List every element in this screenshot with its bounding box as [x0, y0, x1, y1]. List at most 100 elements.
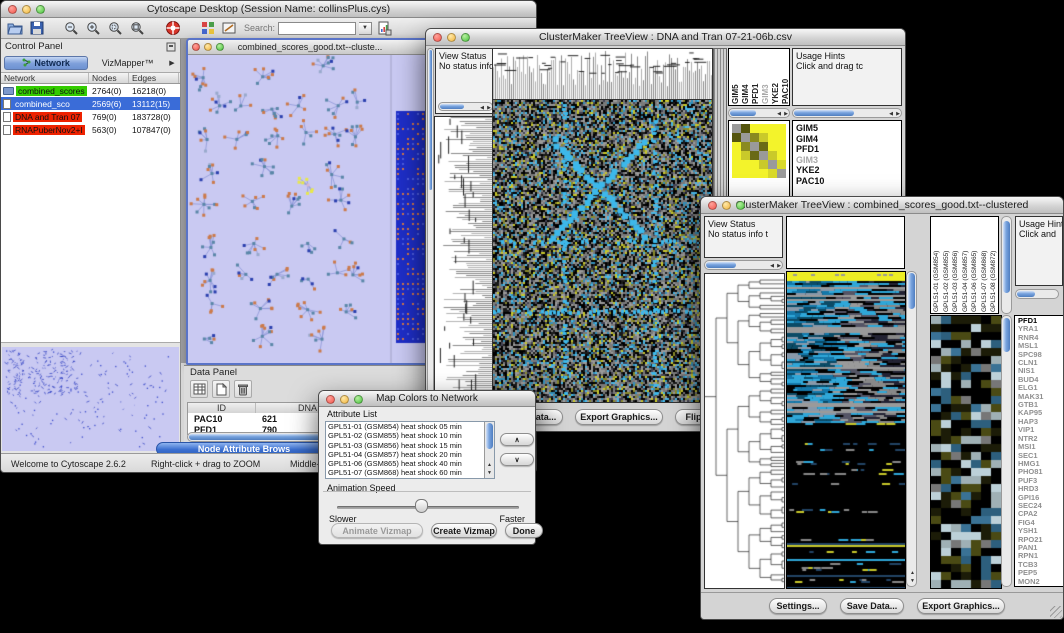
scrollbar-thumb[interactable]	[1017, 291, 1035, 297]
network-row[interactable]: combined_scores2764(0)16218(0)	[1, 84, 180, 97]
minimize-button[interactable]	[22, 5, 31, 14]
select-attributes-button[interactable]	[190, 380, 208, 398]
network-view-canvas[interactable]	[188, 55, 432, 363]
search-dropdown-button[interactable]: ▼	[359, 22, 372, 35]
close-button[interactable]	[326, 395, 335, 404]
scrollbar-thumb[interactable]	[794, 110, 854, 116]
scroll-left-icon[interactable]: ◀	[480, 104, 484, 112]
zoom-hscrollbar[interactable]: ◀ ▶	[728, 108, 790, 118]
network-report-button[interactable]	[375, 19, 394, 37]
animation-speed-slider[interactable]	[337, 506, 519, 509]
network-view-titlebar[interactable]: combined_scores_good.txt--cluste...	[188, 40, 432, 55]
scroll-down-icon[interactable]: ▼	[487, 469, 492, 477]
scrollbar-thumb[interactable]	[486, 423, 493, 449]
scroll-left-icon[interactable]: ◀	[889, 110, 893, 118]
close-button[interactable]	[8, 5, 17, 14]
zoom-button[interactable]	[461, 33, 470, 42]
close-button[interactable]	[192, 43, 200, 51]
search-input[interactable]	[278, 22, 356, 35]
animate-vizmap-button[interactable]: Animate Vizmap	[331, 523, 423, 538]
export-graphics-button[interactable]: Export Graphics...	[575, 409, 663, 425]
new-attribute-button[interactable]	[212, 380, 230, 398]
scrollbar-thumb[interactable]	[730, 110, 756, 116]
network-row[interactable]: RNAPuberNov2+I563(0)107847(0)	[1, 123, 180, 136]
zoom-out-button[interactable]	[62, 19, 81, 37]
network-row[interactable]: DNA and Tran 07769(0)183728(0)	[1, 110, 180, 123]
cytoscape-titlebar[interactable]: Cytoscape Desktop (Session Name: collins…	[1, 1, 536, 18]
settings-button[interactable]: Settings...	[769, 598, 827, 614]
zoom-button[interactable]	[36, 5, 45, 14]
close-button[interactable]	[708, 201, 717, 210]
scrollbar-thumb[interactable]	[1003, 221, 1010, 293]
column-header[interactable]: Nodes	[89, 73, 129, 83]
row-dendrogram-canvas[interactable]	[434, 116, 498, 403]
attribute-list-item[interactable]: GPL51-07 (GSM868) heat shock 60 min	[326, 468, 494, 477]
treeview2-titlebar[interactable]: ClusterMaker TreeView : combined_scores_…	[701, 197, 1063, 214]
column-header[interactable]: Edges	[129, 73, 179, 83]
minimize-button[interactable]	[340, 395, 349, 404]
network-overview-canvas[interactable]	[2, 347, 179, 451]
delete-attribute-button[interactable]	[234, 380, 252, 398]
save-session-button[interactable]	[27, 19, 46, 37]
hints-hscrollbar[interactable]	[1015, 289, 1059, 299]
open-session-button[interactable]	[5, 19, 24, 37]
row-dendrogram-canvas[interactable]	[704, 273, 785, 589]
scrollbar-thumb[interactable]	[908, 273, 915, 309]
global-heatmap-canvas[interactable]	[492, 99, 713, 403]
attribute-list-item[interactable]: GPL51-02 (GSM855) heat shock 10 min	[326, 431, 494, 440]
global-vscrollbar[interactable]	[427, 48, 434, 400]
zoom-vscrollbar[interactable]	[1001, 315, 1012, 587]
zoom-heatmap-canvas[interactable]	[930, 315, 1002, 589]
scroll-right-icon[interactable]: ▶	[487, 104, 491, 112]
scroll-down-icon[interactable]: ▼	[910, 577, 915, 585]
tab-overflow-button[interactable]: ▶	[167, 59, 177, 67]
correlation-matrix[interactable]	[732, 124, 786, 178]
attribute-list-item[interactable]: GPL51-04 (GSM857) heat shock 20 min	[326, 450, 494, 459]
slider-thumb[interactable]	[415, 499, 428, 513]
scroll-left-icon[interactable]: ◀	[770, 262, 774, 270]
scroll-up-icon[interactable]: ▲	[910, 569, 915, 577]
attribute-list-item[interactable]: GPL51-01 (GSM854) heat shock 05 min	[326, 422, 494, 431]
treeview1-titlebar[interactable]: ClusterMaker TreeView : DNA and Tran 07-…	[426, 29, 905, 46]
attribute-list-item[interactable]: GPL51-03 (GSM856) heat shock 15 min	[326, 441, 494, 450]
minimize-button[interactable]	[722, 201, 731, 210]
heatmap-vscrollbar[interactable]: ▲ ▼	[906, 271, 917, 587]
scroll-up-icon[interactable]: ▲	[487, 461, 492, 469]
close-button[interactable]	[433, 33, 442, 42]
network-row[interactable]: combined_sco2569(6)13112(15)	[1, 97, 180, 110]
zoom-button[interactable]	[216, 43, 224, 51]
minimize-button[interactable]	[447, 33, 456, 42]
help-button[interactable]	[163, 19, 182, 37]
view-status-hscrollbar[interactable]: ◀ ▶	[438, 102, 493, 111]
column-header[interactable]: Network	[1, 73, 89, 83]
attribute-list[interactable]: GPL51-01 (GSM854) heat shock 05 minGPL51…	[325, 421, 495, 479]
resize-grip[interactable]	[1050, 606, 1062, 618]
save-data-button[interactable]: Save Data...	[840, 598, 904, 614]
minimize-button[interactable]	[204, 43, 212, 51]
move-up-button[interactable]: ∧	[500, 433, 534, 446]
scroll-right-icon[interactable]: ▶	[784, 110, 788, 118]
annotation-button[interactable]	[220, 19, 239, 37]
move-down-button[interactable]: ∨	[500, 453, 534, 466]
view-status-hscrollbar[interactable]: ◀ ▶	[704, 260, 783, 270]
tab-vizmapper[interactable]: VizMapper™	[90, 58, 165, 68]
float-panel-icon[interactable]	[166, 42, 176, 52]
column-dendrogram-area[interactable]	[786, 216, 905, 269]
hints-hscrollbar[interactable]: ◀ ▶	[792, 108, 902, 118]
column-header[interactable]: ID	[188, 403, 256, 413]
labels-vscrollbar[interactable]	[1001, 216, 1012, 314]
scroll-right-icon[interactable]: ▶	[896, 110, 900, 118]
attribute-list-vscrollbar[interactable]: ▲ ▼	[484, 422, 494, 478]
scrollbar-thumb[interactable]	[429, 50, 432, 190]
create-vizmap-button[interactable]: Create Vizmap	[431, 523, 497, 538]
scroll-right-icon[interactable]: ▶	[777, 262, 781, 270]
export-graphics-button[interactable]: Export Graphics...	[917, 598, 1005, 614]
main-heatmap-canvas[interactable]	[786, 271, 906, 589]
tab-network[interactable]: Network	[4, 56, 88, 70]
scrollbar-thumb[interactable]	[1003, 318, 1010, 352]
attribute-list-item[interactable]: GPL51-06 (GSM865) heat shock 40 min	[326, 459, 494, 468]
zoom-button[interactable]	[736, 201, 745, 210]
zoom-selected-button[interactable]	[106, 19, 125, 37]
column-dendrogram-canvas[interactable]	[492, 48, 713, 100]
vizmapper-button[interactable]	[198, 19, 217, 37]
